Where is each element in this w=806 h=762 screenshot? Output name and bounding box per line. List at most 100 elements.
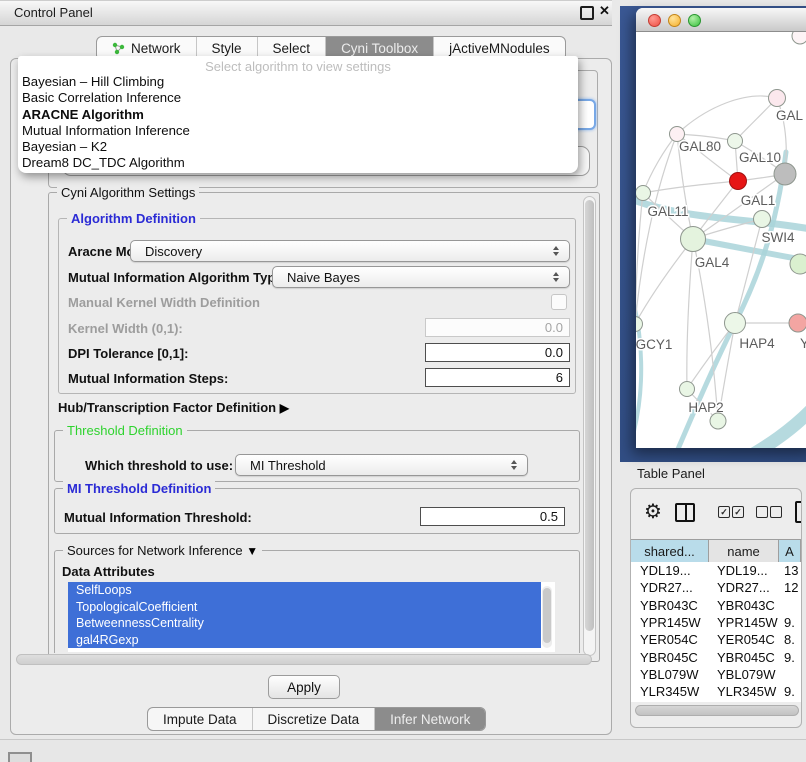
table-row[interactable]: YDR27...YDR27...12 — [631, 579, 801, 596]
table-row[interactable]: YLR345WYLR345W9. — [631, 683, 801, 700]
network-node-gcy1[interactable] — [636, 317, 643, 332]
tab-discretize-data[interactable]: Discretize Data — [253, 708, 376, 730]
which-threshold-combo[interactable]: MI Threshold — [235, 454, 528, 476]
algorithm-option-bayesian-hill-climbing[interactable]: Bayesian – Hill Climbing — [18, 74, 578, 90]
hub-definition-label[interactable]: Hub/Transcription Factor Definition ▶ — [58, 400, 289, 415]
combo-arrows-icon — [506, 460, 522, 470]
table-row[interactable]: YBR045CYBR045C9. — [631, 648, 801, 665]
network-node-hap4[interactable] — [725, 313, 746, 334]
split-view-icon[interactable] — [675, 503, 695, 522]
close-traffic-light-icon[interactable] — [648, 14, 661, 27]
network-node-label: GAL10 — [739, 150, 781, 165]
attribute-item-betweennesscentrality[interactable]: BetweennessCentrality — [68, 615, 541, 632]
table-panel: ⚙ ✓ ✓ shared...nameA YDL19...YDL19...13Y… — [630, 488, 802, 728]
network-node-gal10[interactable] — [728, 134, 743, 149]
aracne-mode-combo[interactable]: Discovery — [130, 240, 570, 262]
table-horizontal-scrollbar[interactable] — [635, 705, 799, 716]
algorithm-option-mutual-information-inference[interactable]: Mutual Information Inference — [18, 123, 578, 139]
table-row[interactable]: YPR145WYPR145W9. — [631, 614, 801, 631]
scrollbar-thumb[interactable] — [585, 200, 594, 631]
scrollbar-thumb[interactable] — [543, 588, 551, 643]
network-node[interactable] — [774, 163, 796, 185]
close-window-icon[interactable]: ✕ — [599, 3, 610, 19]
algorithm-option-bayesian-k2[interactable]: Bayesian – K2 — [18, 139, 578, 155]
network-graph[interactable]: GALGAL80GAL10GAL1GAL11SWI4GAL4GCY1HAP4YH… — [636, 32, 806, 448]
settings-vertical-scrollbar[interactable] — [583, 196, 596, 656]
zoom-traffic-light-icon[interactable] — [688, 14, 701, 27]
network-node[interactable] — [792, 32, 806, 44]
mi-threshold-field[interactable]: 0.5 — [420, 507, 565, 526]
minimize-traffic-light-icon[interactable] — [668, 14, 681, 27]
sources-group-title[interactable]: Sources for Network Inference ▼ — [63, 543, 262, 558]
table-row[interactable]: YIL053CYIL053C9 — [631, 700, 801, 702]
table-panel-title: Table Panel — [637, 466, 705, 481]
network-node-gal1[interactable] — [730, 173, 747, 190]
column-header-shared[interactable]: shared... — [631, 540, 709, 562]
attribute-item-gal4rgexp[interactable]: gal4RGexp — [68, 632, 541, 649]
network-node[interactable] — [710, 413, 726, 429]
float-window-icon[interactable] — [580, 6, 594, 20]
table-cell: YER054C — [709, 632, 779, 647]
kernel-width-field[interactable]: 0.0 — [425, 318, 570, 337]
document-icon[interactable] — [795, 501, 802, 523]
collapse-down-icon[interactable]: ▼ — [246, 544, 258, 558]
mi-threshold-label: Mutual Information Threshold: — [64, 510, 252, 525]
dpi-tolerance-label: DPI Tolerance [0,1]: — [68, 346, 188, 361]
attribute-item-topologicalcoefficient[interactable]: TopologicalCoefficient — [68, 599, 541, 616]
network-node-y[interactable] — [789, 314, 806, 332]
manual-kernel-checkbox[interactable] — [551, 294, 567, 310]
expand-right-icon[interactable]: ▶ — [280, 401, 289, 415]
tab-label: Network — [131, 41, 181, 56]
algorithm-option-dream8-dc-tdc-algorithm[interactable]: Dream8 DC_TDC Algorithm — [18, 155, 578, 171]
network-node-swi4[interactable] — [754, 211, 771, 228]
network-node-gal[interactable] — [769, 90, 786, 107]
mi-steps-field[interactable]: 6 — [425, 368, 570, 387]
network-icon — [112, 42, 125, 55]
network-window-titlebar[interactable] — [636, 8, 806, 32]
network-node-label: GAL80 — [679, 139, 721, 154]
unchecked-column-icon[interactable] — [770, 506, 782, 518]
apply-button[interactable]: Apply — [268, 675, 340, 699]
settings-horizontal-scrollbar[interactable] — [16, 654, 592, 665]
network-node-gal11[interactable] — [636, 186, 651, 201]
table-cell: YPR145W — [631, 615, 709, 630]
network-node-label: GAL — [776, 108, 804, 123]
network-canvas[interactable]: GALGAL80GAL10GAL1GAL11SWI4GAL4GCY1HAP4YH… — [636, 32, 806, 448]
algorithm-option-aracne-algorithm[interactable]: ARACNE Algorithm — [18, 107, 578, 123]
table-cell: 9. — [779, 615, 801, 630]
mi-threshold-group-title: MI Threshold Definition — [63, 481, 215, 496]
checked-column-icon[interactable]: ✓ — [732, 506, 744, 518]
mi-algorithm-type-combo[interactable]: Naive Bayes — [272, 266, 570, 288]
network-edge — [735, 98, 777, 141]
column-header-name[interactable]: name — [709, 540, 779, 562]
corner-grip[interactable] — [8, 752, 32, 762]
unchecked-column-icon[interactable] — [756, 506, 768, 518]
threshold-definition-title: Threshold Definition — [63, 423, 187, 438]
tab-impute-data[interactable]: Impute Data — [148, 708, 253, 730]
table-cell: YBR043C — [709, 598, 779, 613]
tab-infer-network[interactable]: Infer Network — [375, 708, 485, 730]
control-panel-titlebar: Control Panel ✕ — [0, 0, 612, 26]
table-row[interactable]: YER054CYER054C8. — [631, 631, 801, 648]
dpi-tolerance-field[interactable]: 0.0 — [425, 343, 570, 362]
mi-threshold-value: 0.5 — [540, 509, 558, 524]
data-attributes-list[interactable]: SelfLoopsTopologicalCoefficientBetweenne… — [68, 582, 555, 652]
network-node-hap2[interactable] — [680, 382, 695, 397]
network-node[interactable] — [790, 254, 806, 274]
checked-column-icon[interactable]: ✓ — [718, 506, 730, 518]
attributes-scrollbar[interactable] — [542, 586, 552, 648]
table-row[interactable]: YBR043CYBR043C — [631, 597, 801, 614]
column-header-a[interactable]: A — [779, 540, 801, 562]
table-row[interactable]: YDL19...YDL19...13 — [631, 562, 801, 579]
network-node-gal4[interactable] — [681, 227, 706, 252]
manual-kernel-label: Manual Kernel Width Definition — [68, 295, 260, 310]
algorithm-option-basic-correlation-inference[interactable]: Basic Correlation Inference — [18, 90, 578, 106]
aracne-mode-value: Discovery — [131, 244, 548, 259]
gear-icon[interactable]: ⚙ — [644, 501, 662, 523]
network-edge — [636, 134, 677, 324]
app-root: Control Panel ✕ NetworkStyleSelectCyni T… — [0, 0, 806, 762]
network-node-label: GAL4 — [695, 255, 730, 270]
attribute-item-selfloops[interactable]: SelfLoops — [68, 582, 541, 599]
table-header-row: shared...nameA — [631, 539, 801, 563]
table-row[interactable]: YBL079WYBL079W — [631, 666, 801, 683]
